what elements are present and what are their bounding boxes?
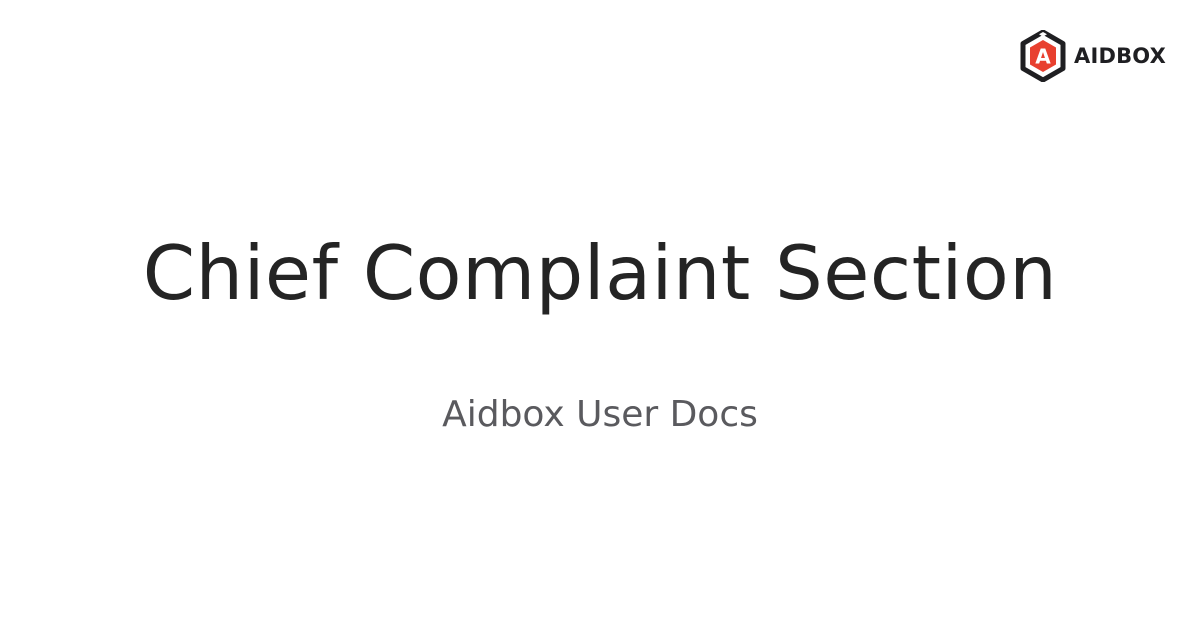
logo-letter: A bbox=[1035, 45, 1051, 69]
social-preview-card: A AIDBOX Chief Complaint Section Aidbox … bbox=[0, 0, 1200, 630]
aidbox-hexagon-logo-icon: A bbox=[1020, 30, 1066, 82]
brand-logo: A AIDBOX bbox=[1020, 30, 1166, 82]
brand-name: AIDBOX bbox=[1074, 44, 1166, 68]
site-name: Aidbox User Docs bbox=[442, 394, 758, 435]
page-title: Chief Complaint Section bbox=[142, 229, 1058, 317]
